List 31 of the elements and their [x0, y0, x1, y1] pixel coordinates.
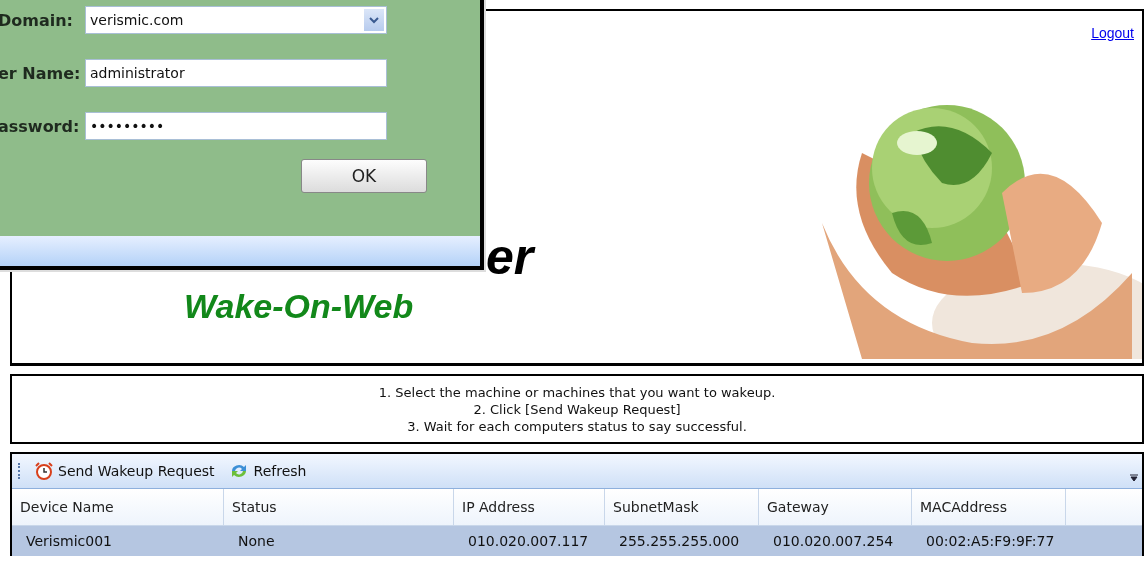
password-field[interactable]: ••••••••• — [85, 112, 387, 140]
instruction-text: 3. Wait for each computers status to say successful. — [407, 417, 747, 435]
column-header[interactable]: Device Name — [12, 489, 224, 525]
column-header[interactable]: Gateway — [759, 489, 912, 525]
logout-link[interactable]: Logout — [1091, 25, 1134, 41]
instruction-text: 2. Click [Send Wakeup Request] — [473, 400, 681, 418]
overflow-icon[interactable] — [1130, 474, 1138, 482]
table-row[interactable]: Verismic001 None 010.020.007.117 255.255.255.000 010.020.007.254 00:02:A5:F9:9F:77 — [12, 526, 1142, 556]
column-header[interactable]: IP Address — [454, 489, 605, 525]
domain-select[interactable]: verismic.com — [85, 6, 387, 34]
column-header[interactable]: Status — [224, 489, 454, 525]
ok-button[interactable]: OK — [301, 159, 427, 193]
toolbar-grip-icon — [18, 463, 23, 479]
app-title: er — [486, 229, 534, 285]
send-wakeup-button[interactable]: Send Wakeup Request — [33, 460, 217, 482]
caret-icon — [369, 16, 379, 24]
table-cell-text: Verismic001 — [25, 532, 113, 551]
table-cell-text: 255.255.255.000 — [618, 532, 741, 551]
input-field[interactable]: administrator — [85, 59, 387, 87]
field-label: Domain: — [0, 10, 74, 30]
app-subtitle: Wake-On-Web — [184, 287, 414, 326]
instruction-text: 1. Select the machine or machines that you want to wakeup. — [378, 383, 776, 401]
column-header[interactable]: SubnetMask — [605, 489, 759, 525]
table-cell-text: 010.020.007.117 — [467, 532, 590, 551]
table-cell-text: 010.020.007.254 — [772, 532, 895, 551]
refresh-button[interactable]: Refresh — [226, 460, 309, 482]
dropdown-button[interactable] — [364, 9, 384, 31]
alarm-clock-icon — [35, 462, 53, 480]
table-cell-text: None — [237, 532, 276, 551]
table-cell-text: 00:02:A5:F9:9F:77 — [925, 532, 1056, 551]
column-header[interactable]: MACAddress — [912, 489, 1066, 525]
